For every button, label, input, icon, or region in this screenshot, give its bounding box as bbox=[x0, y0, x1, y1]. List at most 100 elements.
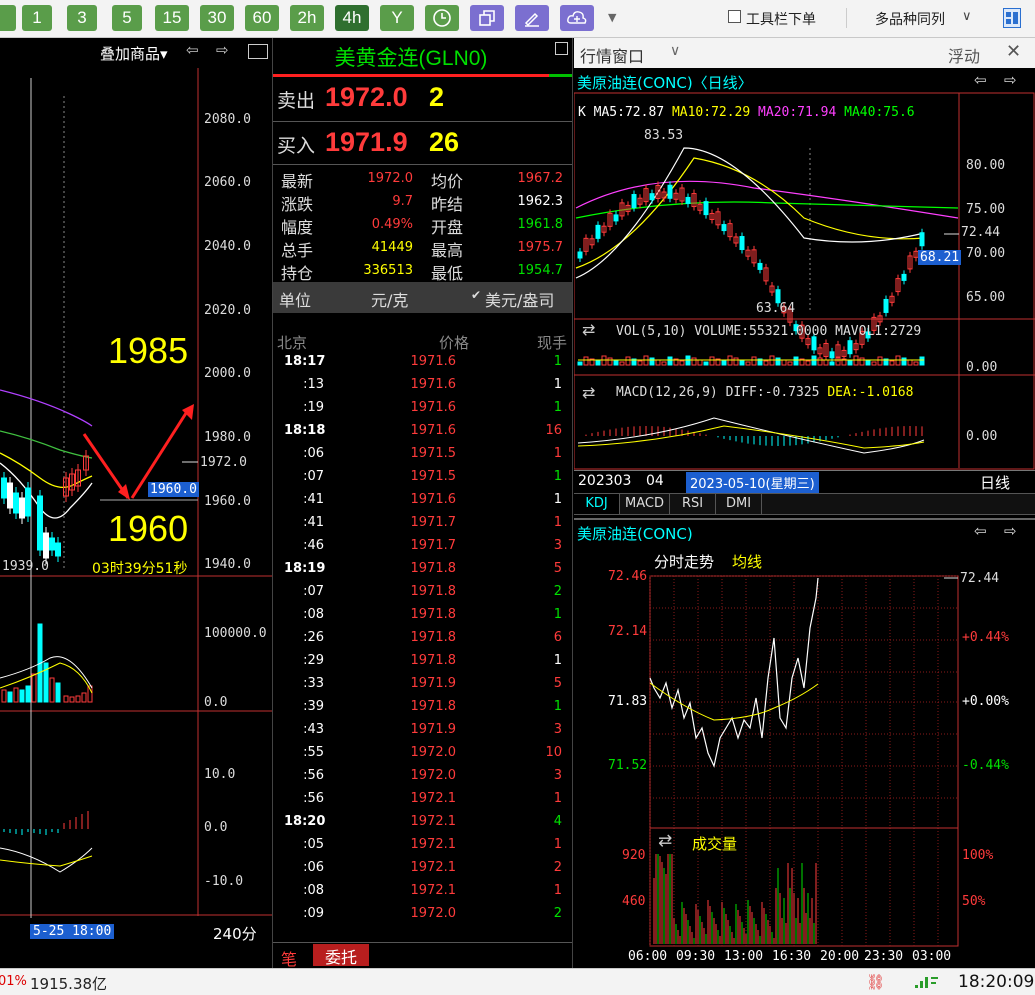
volume-bar bbox=[607, 357, 613, 366]
field-value: 1954.7 bbox=[517, 263, 564, 278]
tick-time: :08 bbox=[303, 883, 324, 898]
field-label: 持仓 bbox=[281, 264, 314, 283]
tick-time: :43 bbox=[303, 722, 324, 737]
candle-body bbox=[577, 251, 583, 259]
cloud-add-icon[interactable] bbox=[560, 5, 594, 31]
intraday-vol-pct: 50% bbox=[962, 894, 986, 909]
ask-size: 2 bbox=[429, 82, 445, 112]
volume-bar bbox=[751, 356, 757, 366]
volume-bar bbox=[877, 356, 883, 366]
intraday-vol-pct: 100% bbox=[962, 848, 994, 863]
tab-orders[interactable]: 委托 bbox=[313, 944, 369, 967]
macd-tick: -10.0 bbox=[204, 874, 244, 889]
tick-time: :07 bbox=[303, 584, 324, 599]
volume-bar bbox=[817, 357, 823, 366]
tick-price: 1972.0 bbox=[410, 745, 457, 760]
bid-price: 1971.9 bbox=[325, 127, 408, 157]
right-arrow-icon[interactable]: ⇨ bbox=[1004, 522, 1017, 540]
unit-usd-option[interactable]: 美元/盎司 bbox=[485, 287, 554, 311]
period-button-3[interactable]: 3 bbox=[67, 5, 97, 31]
period-button-partial[interactable] bbox=[0, 5, 16, 31]
left-kline-panel[interactable]: 叠加商品▾ ⇦ ⇨ 2080.0 2060.0 2040.0 2020.0 20… bbox=[0, 38, 272, 968]
volume-bar bbox=[637, 360, 643, 366]
field-label: 最低 bbox=[431, 264, 464, 283]
tick-price: 1972.0 bbox=[410, 906, 457, 921]
tick-price: 1971.8 bbox=[410, 699, 457, 714]
tick-row: :41 1971.7 1 bbox=[276, 515, 568, 538]
period-button-4h[interactable]: 4h bbox=[335, 5, 369, 31]
date-bar: 202303 04 2023-05-10(星期三) 日线 bbox=[574, 470, 1035, 493]
volume-tick: 0.00 bbox=[966, 360, 998, 375]
candle-body bbox=[739, 236, 745, 251]
tick-volume: 1 bbox=[553, 699, 562, 714]
field-value: 336513 bbox=[363, 263, 413, 278]
date-cursor-tag: 5-25 18:00 bbox=[30, 924, 115, 939]
tab-kdj[interactable]: KDJ bbox=[574, 494, 620, 514]
period-button-15[interactable]: 15 bbox=[155, 5, 189, 31]
period-button-5[interactable]: 5 bbox=[112, 5, 142, 31]
left-arrow-icon[interactable]: ⇦ bbox=[974, 522, 987, 540]
volume-bar bbox=[667, 356, 673, 366]
bid-label: 买入 bbox=[277, 135, 316, 157]
intraday-last-tag: 72.44 bbox=[960, 571, 1000, 586]
tick-volume: 3 bbox=[553, 768, 562, 783]
link-icon[interactable]: ⛓ bbox=[866, 973, 885, 991]
macd-line bbox=[577, 425, 925, 449]
tick-volume: 1 bbox=[553, 492, 562, 507]
field-value: 1962.3 bbox=[517, 194, 564, 209]
candle-body bbox=[55, 542, 61, 557]
title-underline bbox=[273, 74, 549, 77]
tick-price: 1971.8 bbox=[410, 561, 457, 576]
window-copy-icon[interactable] bbox=[470, 5, 504, 31]
tick-volume: 1 bbox=[553, 515, 562, 530]
layout-icon[interactable] bbox=[1003, 8, 1021, 28]
last-price-tag: 72.44 bbox=[961, 225, 1001, 240]
volume-bar bbox=[1, 689, 7, 703]
candle-body bbox=[649, 193, 655, 201]
period-button-60[interactable]: 60 bbox=[245, 5, 279, 31]
tab-rsi[interactable]: RSI bbox=[670, 494, 716, 514]
tab-dmi[interactable]: DMI bbox=[716, 494, 762, 514]
volume-bar bbox=[69, 696, 75, 703]
period-button-30[interactable]: 30 bbox=[200, 5, 234, 31]
field-label: 涨跌 bbox=[281, 195, 314, 214]
ask-label: 卖出 bbox=[277, 90, 316, 112]
maximize-icon[interactable] bbox=[555, 42, 568, 55]
volume-bar bbox=[697, 359, 703, 366]
unit-cny-option[interactable]: 元/克 bbox=[371, 287, 408, 311]
divider bbox=[273, 942, 572, 943]
check-icon: ✔ bbox=[471, 288, 482, 302]
field-value: 1972.0 bbox=[367, 171, 414, 186]
tick-time: :13 bbox=[303, 377, 324, 392]
tab-macd[interactable]: MACD bbox=[620, 494, 670, 514]
ma-line bbox=[0, 430, 93, 459]
tick-price: 1971.6 bbox=[410, 377, 457, 392]
period-button-2h[interactable]: 2h bbox=[290, 5, 324, 31]
volume-bar bbox=[649, 357, 655, 366]
macd-tick: 0.00 bbox=[966, 429, 998, 444]
chevron-down-icon[interactable]: ∨ bbox=[962, 9, 972, 24]
tick-time: :56 bbox=[303, 791, 324, 806]
candle-body bbox=[7, 482, 13, 509]
clock-icon[interactable] bbox=[425, 5, 459, 31]
tick-volume: 3 bbox=[553, 722, 562, 737]
volume-bar bbox=[577, 361, 583, 366]
period-button-year[interactable]: Y bbox=[380, 5, 414, 31]
volume-bar bbox=[865, 359, 871, 366]
toolbar-more-icon[interactable]: ▼ bbox=[608, 11, 616, 24]
tick-price: 1971.5 bbox=[410, 469, 457, 484]
swap-icon[interactable]: ⇄ bbox=[658, 831, 672, 851]
multi-layout-select[interactable]: 多品种同列 bbox=[875, 9, 945, 29]
period-button-1[interactable]: 1 bbox=[22, 5, 52, 31]
field-value: 1967.2 bbox=[517, 171, 564, 186]
divider bbox=[273, 121, 572, 122]
toolbar-dock-checkbox[interactable] bbox=[728, 10, 741, 23]
swap-icon[interactable]: ⇄ bbox=[582, 320, 595, 339]
time-tick: 03:00 bbox=[912, 949, 952, 964]
volume-bar bbox=[871, 361, 877, 366]
tab-ticks[interactable]: 笔 bbox=[281, 946, 297, 970]
quote-field-row: 总手 41449 最高 1975.7 bbox=[281, 237, 567, 260]
draw-tool-icon[interactable] bbox=[515, 5, 549, 31]
swap-icon[interactable]: ⇄ bbox=[582, 383, 595, 402]
tick-price: 1971.6 bbox=[410, 354, 457, 369]
